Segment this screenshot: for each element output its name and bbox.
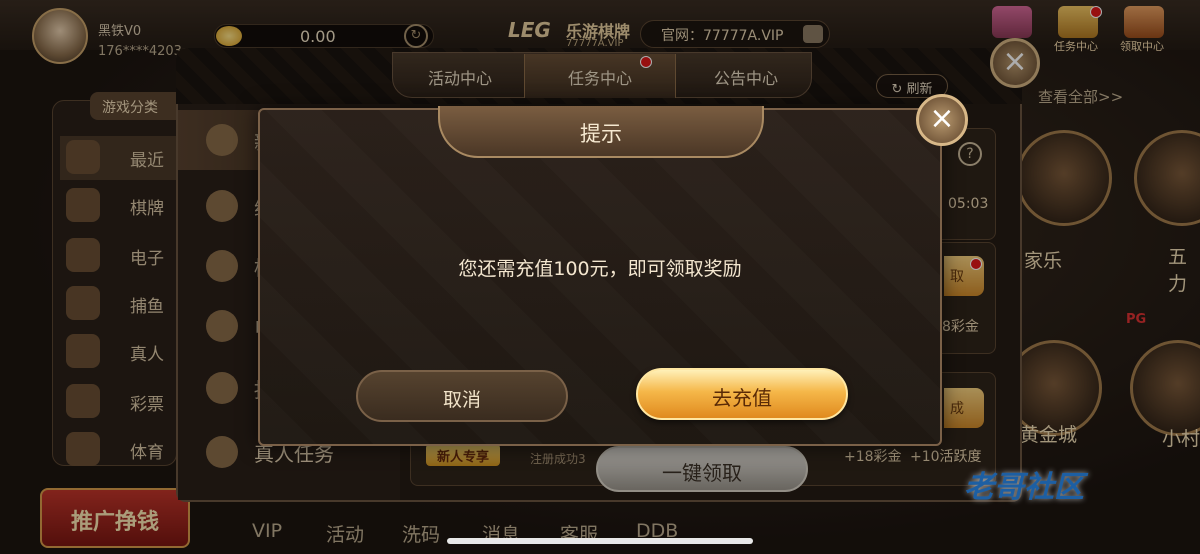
modal-message: 您还需充值100元，即可领取奖励 bbox=[458, 258, 742, 280]
modal-close-icon[interactable]: × bbox=[916, 94, 968, 146]
cancel-button[interactable]: 取消 bbox=[356, 370, 568, 422]
recharge-button[interactable]: 去充值 bbox=[636, 368, 848, 420]
modal-title: 提示 bbox=[580, 122, 622, 146]
home-indicator[interactable] bbox=[447, 538, 753, 544]
